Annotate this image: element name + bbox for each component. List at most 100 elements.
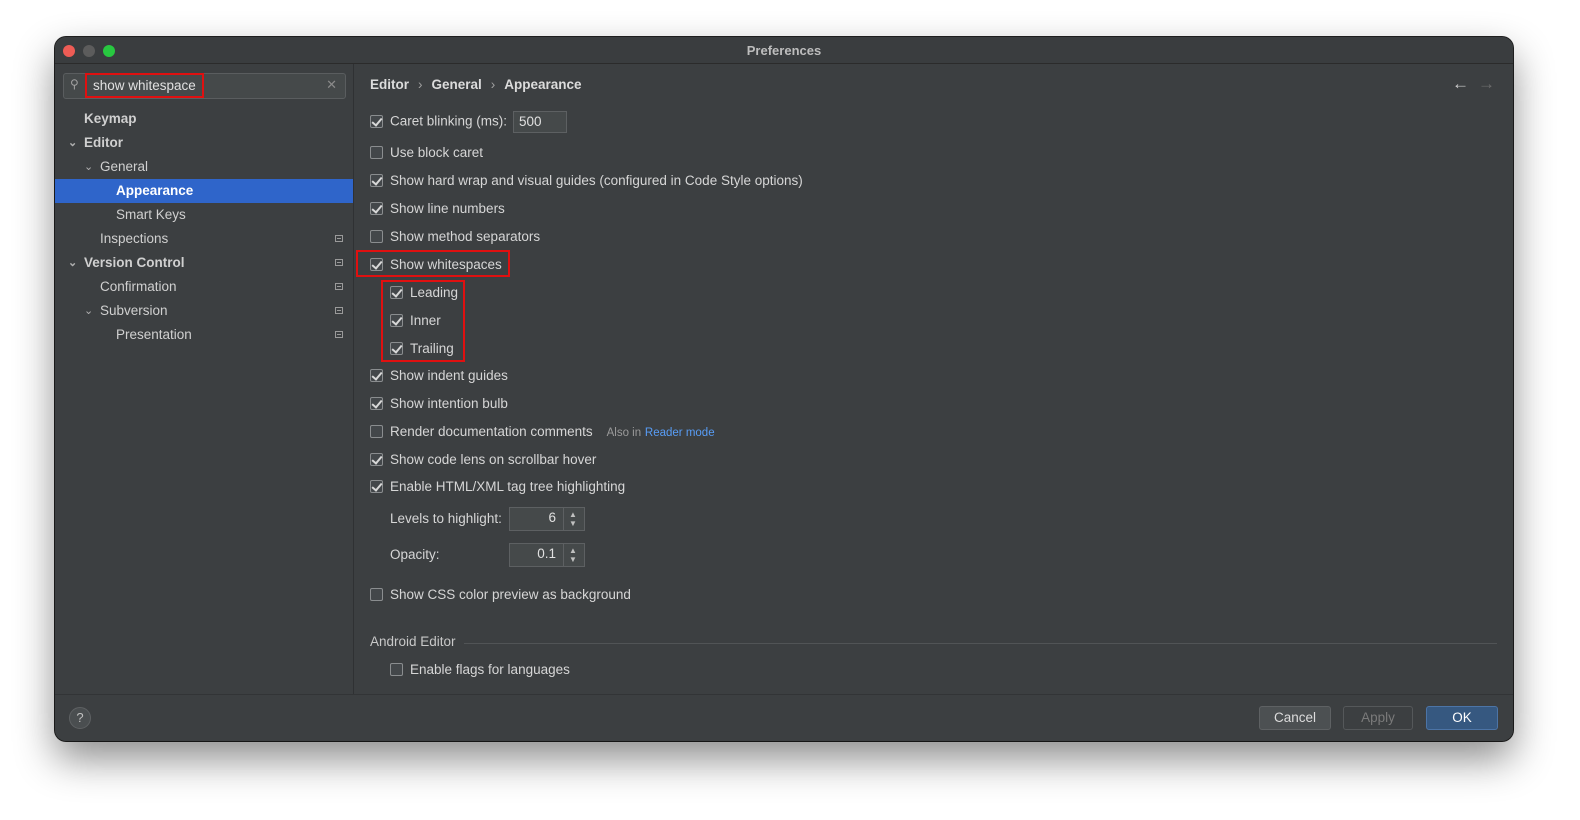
- line-numbers-checkbox[interactable]: [370, 201, 383, 215]
- opacity-label: Opacity:: [390, 547, 440, 562]
- sidebar-item-label: Editor: [84, 135, 123, 150]
- reader-mode-link[interactable]: Reader mode: [645, 427, 715, 439]
- settings-sidebar: ⚲ ✕ Keymap ⌄ Editor ⌄ General Appearance…: [55, 64, 354, 694]
- sidebar-item-smart-keys[interactable]: Smart Keys: [55, 203, 353, 227]
- leading-option: Leading: [390, 283, 458, 303]
- cancel-button[interactable]: Cancel: [1259, 706, 1331, 730]
- intention-bulb-checkbox[interactable]: [370, 396, 383, 410]
- forward-arrow-icon[interactable]: →: [1478, 74, 1495, 94]
- sidebar-item-label: Keymap: [84, 111, 137, 126]
- sidebar-item-label: Smart Keys: [116, 207, 186, 222]
- breadcrumb-item[interactable]: General: [432, 77, 482, 92]
- tag-tree-checkbox[interactable]: [370, 479, 383, 493]
- spinner-up-icon[interactable]: ▲: [569, 510, 577, 519]
- sidebar-item-editor[interactable]: ⌄ Editor: [55, 131, 353, 155]
- line-numbers-option: Show line numbers: [370, 199, 505, 219]
- intention-bulb-option: Show intention bulb: [370, 394, 508, 414]
- spinner-up-icon[interactable]: ▲: [569, 546, 577, 555]
- caret-blinking-input[interactable]: 500: [513, 111, 568, 133]
- css-preview-checkbox[interactable]: [370, 587, 383, 601]
- code-lens-label: Show code lens on scrollbar hover: [390, 452, 597, 467]
- sidebar-item-label: Presentation: [116, 327, 192, 342]
- sidebar-item-subversion[interactable]: ⌄ Subversion: [55, 299, 353, 323]
- chevron-down-icon[interactable]: ⌄: [68, 251, 77, 275]
- line-numbers-label: Show line numbers: [390, 201, 505, 216]
- project-settings-icon: [335, 259, 343, 266]
- caret-blinking-checkbox[interactable]: [370, 114, 383, 128]
- section-divider: [464, 643, 1497, 644]
- settings-panel: Editor › General › Appearance ← → Caret blin…: [354, 64, 1513, 694]
- sidebar-item-label: Appearance: [116, 183, 194, 198]
- indent-guides-option: Show indent guides: [370, 366, 508, 386]
- sidebar-item-keymap[interactable]: Keymap: [55, 107, 353, 131]
- sidebar-item-version-control[interactable]: ⌄ Version Control: [55, 251, 353, 275]
- sidebar-item-label: General: [100, 159, 149, 174]
- block-caret-label: Use block caret: [390, 145, 484, 160]
- trailing-checkbox[interactable]: [390, 341, 403, 355]
- caret-blinking-label: Caret blinking (ms):: [390, 113, 508, 129]
- trailing-option: Trailing: [390, 339, 454, 359]
- indent-guides-checkbox[interactable]: [370, 368, 383, 382]
- intention-bulb-label: Show intention bulb: [390, 396, 508, 411]
- code-lens-checkbox[interactable]: [370, 452, 383, 466]
- spinner-down-icon[interactable]: ▼: [569, 519, 577, 528]
- dialog-footer: ? Cancel Apply OK: [55, 694, 1513, 741]
- method-separators-label: Show method separators: [390, 229, 541, 244]
- flags-option: Enable flags for languages: [390, 660, 570, 680]
- whitespaces-checkbox[interactable]: [370, 257, 383, 271]
- clear-search-icon[interactable]: ✕: [326, 77, 337, 93]
- chevron-down-icon[interactable]: ⌄: [84, 299, 93, 323]
- also-in-note: Also in: [606, 427, 642, 439]
- breadcrumb-separator: ›: [490, 77, 496, 92]
- opacity-value: 0.1: [537, 546, 556, 561]
- project-settings-icon: [335, 331, 343, 338]
- levels-spinner[interactable]: 6 ▲ ▼: [509, 507, 585, 531]
- method-separators-checkbox[interactable]: [370, 229, 383, 243]
- sidebar-item-appearance[interactable]: Appearance: [55, 179, 353, 203]
- spinner-down-icon[interactable]: ▼: [569, 555, 577, 564]
- sidebar-item-presentation[interactable]: Presentation: [55, 323, 353, 347]
- sidebar-item-confirmation[interactable]: Confirmation: [55, 275, 353, 299]
- leading-label: Leading: [410, 285, 459, 300]
- caret-blinking-option: Caret blinking (ms): 500: [370, 111, 568, 133]
- render-docs-option: Render documentation comments Also in Rea…: [370, 422, 715, 442]
- sidebar-item-general[interactable]: ⌄ General: [55, 155, 353, 179]
- code-lens-option: Show code lens on scrollbar hover: [370, 450, 596, 470]
- opacity-spinner[interactable]: 0.1 ▲ ▼: [509, 543, 585, 567]
- sidebar-item-inspections[interactable]: Inspections: [55, 227, 353, 251]
- whitespaces-label: Show whitespaces: [390, 257, 502, 272]
- apply-button[interactable]: Apply: [1343, 706, 1413, 730]
- search-input[interactable]: [86, 74, 333, 96]
- chevron-down-icon[interactable]: ⌄: [84, 155, 93, 179]
- spinner-arrows[interactable]: ▲ ▼: [563, 508, 584, 530]
- project-settings-icon: [335, 307, 343, 314]
- chevron-down-icon[interactable]: ⌄: [68, 131, 77, 155]
- levels-value: 6: [548, 510, 556, 525]
- leading-checkbox[interactable]: [390, 285, 403, 299]
- render-docs-checkbox[interactable]: [370, 424, 383, 438]
- hard-wrap-option: Show hard wrap and visual guides (config…: [370, 171, 803, 191]
- block-caret-checkbox[interactable]: [370, 145, 383, 159]
- project-settings-icon: [335, 235, 343, 242]
- tag-tree-option: Enable HTML/XML tag tree highlighting: [370, 477, 625, 497]
- levels-label: Levels to highlight:: [390, 511, 502, 526]
- search-icon: ⚲: [70, 77, 79, 91]
- hard-wrap-label: Show hard wrap and visual guides (config…: [390, 173, 803, 188]
- flags-checkbox[interactable]: [390, 662, 403, 676]
- spinner-arrows[interactable]: ▲ ▼: [563, 544, 584, 566]
- css-preview-label: Show CSS color preview as background: [390, 587, 631, 602]
- back-arrow-icon[interactable]: ←: [1452, 74, 1469, 94]
- breadcrumb: Editor › General › Appearance: [370, 77, 582, 92]
- block-caret-option: Use block caret: [370, 143, 483, 163]
- help-button[interactable]: ?: [69, 707, 91, 729]
- sidebar-item-label: Version Control: [84, 255, 185, 270]
- sidebar-item-label: Subversion: [100, 303, 168, 318]
- trailing-label: Trailing: [410, 341, 454, 356]
- ok-button[interactable]: OK: [1426, 706, 1498, 730]
- hard-wrap-checkbox[interactable]: [370, 173, 383, 187]
- render-docs-label: Render documentation comments: [390, 424, 593, 439]
- inner-option: Inner: [390, 311, 441, 331]
- inner-checkbox[interactable]: [390, 313, 403, 327]
- project-settings-icon: [335, 283, 343, 290]
- breadcrumb-item[interactable]: Editor: [370, 77, 409, 92]
